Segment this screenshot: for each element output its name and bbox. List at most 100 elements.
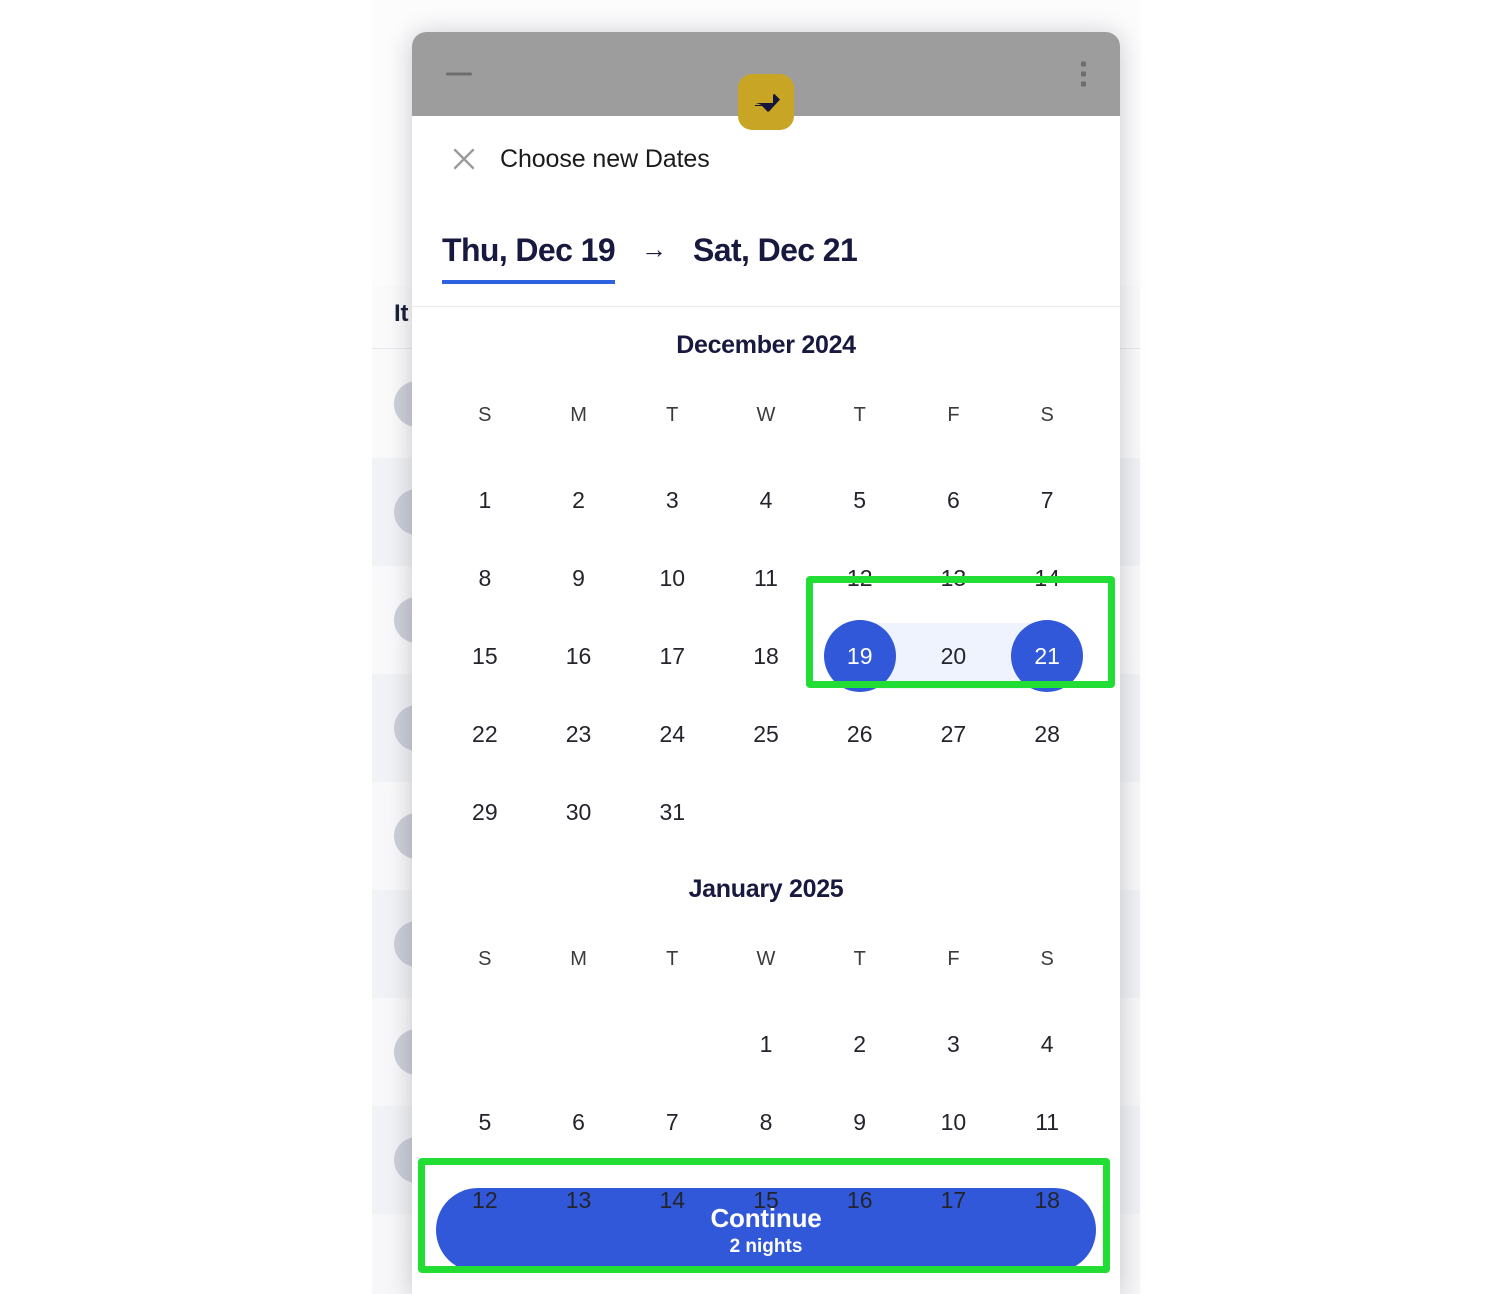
calendar-day-cell[interactable]: 6 xyxy=(907,461,1001,539)
calendar-day-cell[interactable]: 23 xyxy=(532,695,626,773)
calendar-day-cell[interactable]: 28 xyxy=(1000,695,1094,773)
calendar-day[interactable]: 8 xyxy=(449,542,521,614)
calendar-day-cell[interactable]: 22 xyxy=(438,695,532,773)
close-icon[interactable] xyxy=(442,137,486,181)
calendar-day[interactable]: 3 xyxy=(636,464,708,536)
calendar-day[interactable]: 15 xyxy=(730,1164,802,1236)
calendar-day-cell[interactable]: 26 xyxy=(813,695,907,773)
calendar-day[interactable]: 29 xyxy=(449,776,521,848)
calendar-day-cell[interactable]: 8 xyxy=(438,539,532,617)
calendar-day[interactable]: 13 xyxy=(543,1164,615,1236)
calendar-day-cell[interactable]: 2 xyxy=(532,461,626,539)
calendar-day-cell[interactable]: 3 xyxy=(625,461,719,539)
calendar-day[interactable]: 23 xyxy=(543,698,615,770)
calendar-day[interactable]: 17 xyxy=(917,1164,989,1236)
calendar-day-cell[interactable]: 19 xyxy=(813,617,907,695)
calendar-day[interactable]: 13 xyxy=(917,542,989,614)
calendar-day[interactable]: 20 xyxy=(917,620,989,692)
calendar-day-cell[interactable]: 25 xyxy=(719,695,813,773)
calendar-day[interactable]: 7 xyxy=(636,1086,708,1158)
calendar-day[interactable]: 31 xyxy=(636,776,708,848)
calendar-day[interactable]: 5 xyxy=(449,1086,521,1158)
calendar-day[interactable]: 11 xyxy=(1011,1086,1083,1158)
calendar-day[interactable]: 6 xyxy=(917,464,989,536)
calendar-day[interactable]: 30 xyxy=(543,776,615,848)
calendar-day-cell[interactable]: 5 xyxy=(813,461,907,539)
calendar-day-cell[interactable]: 17 xyxy=(625,617,719,695)
calendar-day-cell[interactable]: 10 xyxy=(625,539,719,617)
calendar-day[interactable]: 24 xyxy=(636,698,708,770)
calendar-day[interactable]: 2 xyxy=(824,1008,896,1080)
calendar-day[interactable]: 22 xyxy=(449,698,521,770)
calendar-day[interactable]: 12 xyxy=(824,542,896,614)
calendar-day[interactable]: 15 xyxy=(449,620,521,692)
calendar-day-cell[interactable]: 13 xyxy=(907,539,1001,617)
calendar-day-cell[interactable]: 9 xyxy=(532,539,626,617)
calendar-day-cell[interactable]: 4 xyxy=(1000,1005,1094,1083)
calendar-day-cell[interactable]: 31 xyxy=(625,773,719,851)
calendar-day[interactable]: 12 xyxy=(449,1164,521,1236)
expedia-arrow-icon[interactable] xyxy=(738,74,794,130)
calendar-day-cell[interactable]: 6 xyxy=(532,1083,626,1161)
calendar-day-cell[interactable]: 10 xyxy=(907,1083,1001,1161)
calendar-day-cell[interactable]: 27 xyxy=(907,695,1001,773)
calendar-day[interactable]: 1 xyxy=(449,464,521,536)
calendar-day[interactable]: 1 xyxy=(730,1008,802,1080)
calendar-day[interactable]: 10 xyxy=(917,1086,989,1158)
calendar-day-cell[interactable]: 15 xyxy=(438,617,532,695)
calendar-day-cell[interactable]: 9 xyxy=(813,1083,907,1161)
calendar-day[interactable]: 4 xyxy=(730,464,802,536)
calendar-day[interactable]: 25 xyxy=(730,698,802,770)
calendar-day[interactable]: 3 xyxy=(917,1008,989,1080)
calendar-day-selected[interactable]: 19 xyxy=(823,620,896,692)
calendar-day[interactable]: 17 xyxy=(636,620,708,692)
calendar-day-cell[interactable]: 20 xyxy=(906,617,1001,695)
calendar-day-cell[interactable]: 2 xyxy=(813,1005,907,1083)
calendar-day[interactable]: 18 xyxy=(1011,1164,1083,1236)
calendar-day-cell[interactable]: 30 xyxy=(532,773,626,851)
calendar-day-cell[interactable]: 18 xyxy=(719,617,813,695)
calendar-day-cell[interactable]: 12 xyxy=(813,539,907,617)
calendar-day-cell[interactable]: 8 xyxy=(719,1083,813,1161)
calendar-day-cell[interactable]: 11 xyxy=(1000,1083,1094,1161)
kebab-menu-icon[interactable] xyxy=(1081,61,1086,87)
calendar-day-cell[interactable]: 1 xyxy=(719,1005,813,1083)
calendar-day[interactable]: 8 xyxy=(730,1086,802,1158)
calendar-day[interactable]: 26 xyxy=(824,698,896,770)
calendar-day[interactable]: 28 xyxy=(1011,698,1083,770)
calendar-day[interactable]: 6 xyxy=(543,1086,615,1158)
calendar-scroll-area[interactable]: December 2024 S M T W T F S 1 2 3 4 5 6 7 8 9 10 11 12 13 14 1… xyxy=(412,307,1120,1251)
calendar-day-cell[interactable]: 5 xyxy=(438,1083,532,1161)
calendar-day[interactable]: 16 xyxy=(543,620,615,692)
calendar-day-cell[interactable]: 29 xyxy=(438,773,532,851)
tab-start-date[interactable]: Thu, Dec 19 xyxy=(442,232,616,284)
calendar-day-cell[interactable]: 14 xyxy=(1000,539,1094,617)
calendar-day[interactable]: 11 xyxy=(730,542,802,614)
calendar-day-cell[interactable]: 1 xyxy=(438,461,532,539)
calendar-day[interactable]: 9 xyxy=(824,1086,896,1158)
calendar-day-cell[interactable]: 3 xyxy=(907,1005,1001,1083)
calendar-day[interactable]: 4 xyxy=(1011,1008,1083,1080)
calendar-day[interactable]: 27 xyxy=(917,698,989,770)
calendar-day-cell[interactable]: 16 xyxy=(532,617,626,695)
date-range-tabs: Thu, Dec 19 → Sat, Dec 21 xyxy=(412,202,1120,307)
calendar-day[interactable]: 14 xyxy=(636,1164,708,1236)
minimize-icon[interactable] xyxy=(446,72,472,76)
calendar-day-cell[interactable]: 4 xyxy=(719,461,813,539)
calendar-day-selected[interactable]: 21 xyxy=(1011,620,1084,692)
calendar-day[interactable]: 2 xyxy=(543,464,615,536)
calendar-grid: SMTWTFS123456789101112131415161718192021… xyxy=(438,394,1094,851)
calendar-day-cell[interactable]: 24 xyxy=(625,695,719,773)
calendar-day[interactable]: 10 xyxy=(636,542,708,614)
calendar-day-cell[interactable]: 7 xyxy=(1000,461,1094,539)
calendar-day-cell[interactable]: 11 xyxy=(719,539,813,617)
calendar-day[interactable]: 5 xyxy=(824,464,896,536)
calendar-day[interactable]: 9 xyxy=(543,542,615,614)
calendar-day[interactable]: 7 xyxy=(1011,464,1083,536)
tab-end-date[interactable]: Sat, Dec 21 xyxy=(693,232,858,280)
calendar-day-cell[interactable]: 7 xyxy=(625,1083,719,1161)
calendar-day[interactable]: 14 xyxy=(1011,542,1083,614)
calendar-day[interactable]: 16 xyxy=(824,1164,896,1236)
calendar-day[interactable]: 18 xyxy=(730,620,802,692)
calendar-day-cell[interactable]: 21 xyxy=(1000,617,1094,695)
